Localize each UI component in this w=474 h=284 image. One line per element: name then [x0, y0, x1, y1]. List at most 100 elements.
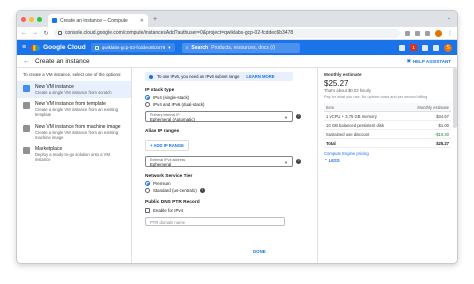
browser-window: Create an instance – Compute ✕ + ⌄ ← → ↻…: [16, 10, 458, 264]
creation-options-nav: To create a VM instance, select one of t…: [17, 68, 132, 263]
search-input[interactable]: ⌕ Search Products, resources, docs (/): [181, 42, 300, 53]
radio-unselected-icon[interactable]: [145, 188, 150, 193]
page-content: To create a VM instance, select one of t…: [17, 68, 457, 263]
less-toggle[interactable]: ⌃ LESS: [324, 158, 451, 163]
radio-label: Standard (us-central1): [153, 188, 197, 193]
radio-dual-stack[interactable]: IPv4 and IPv6 (dual-stack): [145, 102, 293, 107]
address-bar-row: ← → ↻ console.cloud.google.com/compute/i…: [17, 27, 457, 40]
alias-ip-title: Alias IP ranges: [145, 129, 180, 134]
nav-intro-text: To create a VM instance, select one of t…: [23, 72, 122, 77]
back-arrow-icon[interactable]: ←: [23, 58, 30, 65]
browser-tabbar: Create an instance – Compute ✕ + ⌄: [17, 11, 457, 27]
option-from-template[interactable]: New VM instance from template Create a s…: [17, 98, 131, 120]
main-form-area: To use IPv6, you need an IPv6 subnet ran…: [132, 68, 457, 263]
option-from-machine-image[interactable]: New VM instance from machine image Creat…: [17, 121, 131, 143]
cost-item: 1 vCPU + 3.75 GB memory: [324, 111, 405, 121]
select-value: Ephemeral (Automatic): [150, 117, 195, 122]
table-row: 10 GB balanced persistent disk $1.00: [324, 120, 451, 130]
estimate-title: Monthly estimate: [324, 72, 362, 77]
table-header-row: Item Monthly estimate: [324, 103, 451, 112]
cost-item: 10 GB balanced persistent disk: [324, 120, 405, 130]
cost-value: $1.00: [404, 120, 451, 130]
pricing-panel: Monthly estimate $25.27 That's about $0.…: [317, 68, 457, 263]
template-icon: [23, 102, 30, 110]
tab-search-icon[interactable]: ⌄: [447, 15, 451, 21]
checkbox-unchecked-icon[interactable]: [145, 208, 150, 213]
cost-item: Sustained use discount: [324, 129, 405, 139]
option-marketplace[interactable]: Marketplace Deploy a ready-to-go solutio…: [17, 143, 131, 165]
reload-icon[interactable]: ↻: [43, 30, 49, 37]
help-icon[interactable]: [422, 44, 428, 51]
radio-standard[interactable]: Standard (us-central1) ?: [145, 188, 293, 193]
window-controls: [21, 16, 42, 22]
radio-label: IPv4 and IPv6 (dual-stack): [153, 102, 205, 107]
more-options-icon[interactable]: [433, 44, 439, 51]
dropdown-arrow-icon: ▼: [284, 160, 288, 165]
done-button[interactable]: DONE: [253, 249, 266, 254]
external-ipv4-select[interactable]: External IPv4 address Ephemeral ▼ ?: [145, 156, 301, 167]
help-question-icon[interactable]: ?: [296, 159, 301, 164]
vertical-scrollbar[interactable]: [453, 68, 457, 128]
minimize-window-button[interactable]: [29, 16, 34, 22]
add-ip-label: ADD IP RANGE: [153, 143, 184, 148]
network-interface-form: To use IPv6, you need an IPv6 subnet ran…: [145, 68, 301, 226]
maximize-window-button[interactable]: [37, 16, 42, 22]
new-tab-icon[interactable]: +: [153, 16, 157, 23]
option-desc: Create a single VM instance from an exis…: [35, 107, 119, 118]
extensions-icon[interactable]: [425, 30, 430, 36]
select-value: Ephemeral: [150, 162, 172, 167]
estimate-note: Pay for what you use: No upfront costs a…: [324, 95, 428, 99]
radio-premium[interactable]: Premium: [145, 181, 293, 186]
close-window-button[interactable]: [21, 16, 26, 22]
bookmark-icon[interactable]: [415, 30, 420, 36]
radio-label: IPv4 (single-stack): [153, 95, 190, 100]
pricing-link[interactable]: Compute Engine pricing: [324, 151, 451, 156]
column-header-estimate: Monthly estimate: [404, 103, 451, 112]
add-ip-range-button[interactable]: + ADD IP RANGE: [145, 140, 189, 151]
dropdown-arrow-icon: ▼: [284, 115, 288, 120]
checkbox-label: Enable for IPv4: [153, 208, 184, 213]
info-icon: [149, 74, 153, 79]
brand-name: Google Cloud: [43, 44, 86, 51]
less-label: LESS: [328, 158, 340, 163]
ptr-domain-input[interactable]: PTR domain name: [145, 217, 285, 226]
radio-ipv4[interactable]: IPv4 (single-stack): [145, 95, 293, 100]
browser-menu-icon[interactable]: ⋮: [447, 30, 453, 37]
help-question-icon[interactable]: ?: [296, 114, 301, 119]
project-icon: [94, 45, 99, 50]
back-icon[interactable]: ←: [21, 30, 27, 36]
browser-tab-active[interactable]: Create an instance – Compute ✕: [48, 14, 148, 27]
profile-avatar[interactable]: [435, 29, 442, 37]
search-icon: ⌕: [185, 44, 189, 51]
cost-value: $34.67: [404, 111, 451, 121]
radio-unselected-icon[interactable]: [145, 102, 150, 107]
help-question-icon[interactable]: ?: [199, 188, 205, 193]
primary-internal-ip-select[interactable]: Primary internal IP Ephemeral (Automatic…: [145, 111, 301, 122]
table-row-total: Total $25.27: [324, 138, 451, 148]
option-new-vm[interactable]: New VM instance Create a single VM insta…: [17, 81, 131, 99]
hamburger-menu-icon[interactable]: ≡: [22, 44, 26, 51]
google-cloud-logo[interactable]: Google Cloud: [31, 44, 86, 51]
close-tab-icon[interactable]: ✕: [140, 18, 144, 24]
radio-selected-icon[interactable]: [145, 181, 150, 186]
url-input[interactable]: console.cloud.google.com/compute/instanc…: [54, 28, 400, 38]
lock-icon: [58, 31, 62, 35]
cost-item: Total: [324, 138, 405, 148]
forward-icon[interactable]: →: [32, 30, 38, 36]
share-icon[interactable]: [405, 30, 410, 36]
account-avatar[interactable]: S: [444, 43, 452, 52]
notifications-badge[interactable]: 1: [410, 44, 417, 51]
cloud-shell-icon[interactable]: [399, 44, 405, 51]
ipv6-info-banner: To use IPv6, you need an IPv6 subnet ran…: [145, 72, 293, 81]
help-assistant-button[interactable]: ▣ HELP ASSISTANT: [407, 58, 451, 64]
radio-selected-icon[interactable]: [145, 95, 150, 100]
page-header: ← Create an instance ▣ HELP ASSISTANT: [17, 55, 457, 68]
project-selector[interactable]: qwiklabs-gcp-02-fcddec6b3478 ▾: [90, 43, 175, 52]
learn-more-link[interactable]: LEARN MORE: [246, 74, 274, 79]
option-desc: Create a single VM instance from scratch: [35, 90, 112, 95]
estimate-price: $25.27: [324, 79, 349, 88]
ptr-enable-checkbox-row[interactable]: Enable for IPv4: [145, 208, 293, 213]
tab-title: Create an instance – Compute: [60, 17, 128, 24]
cost-value: -$10.40: [404, 129, 451, 139]
table-row: Sustained use discount -$10.40: [324, 129, 451, 139]
